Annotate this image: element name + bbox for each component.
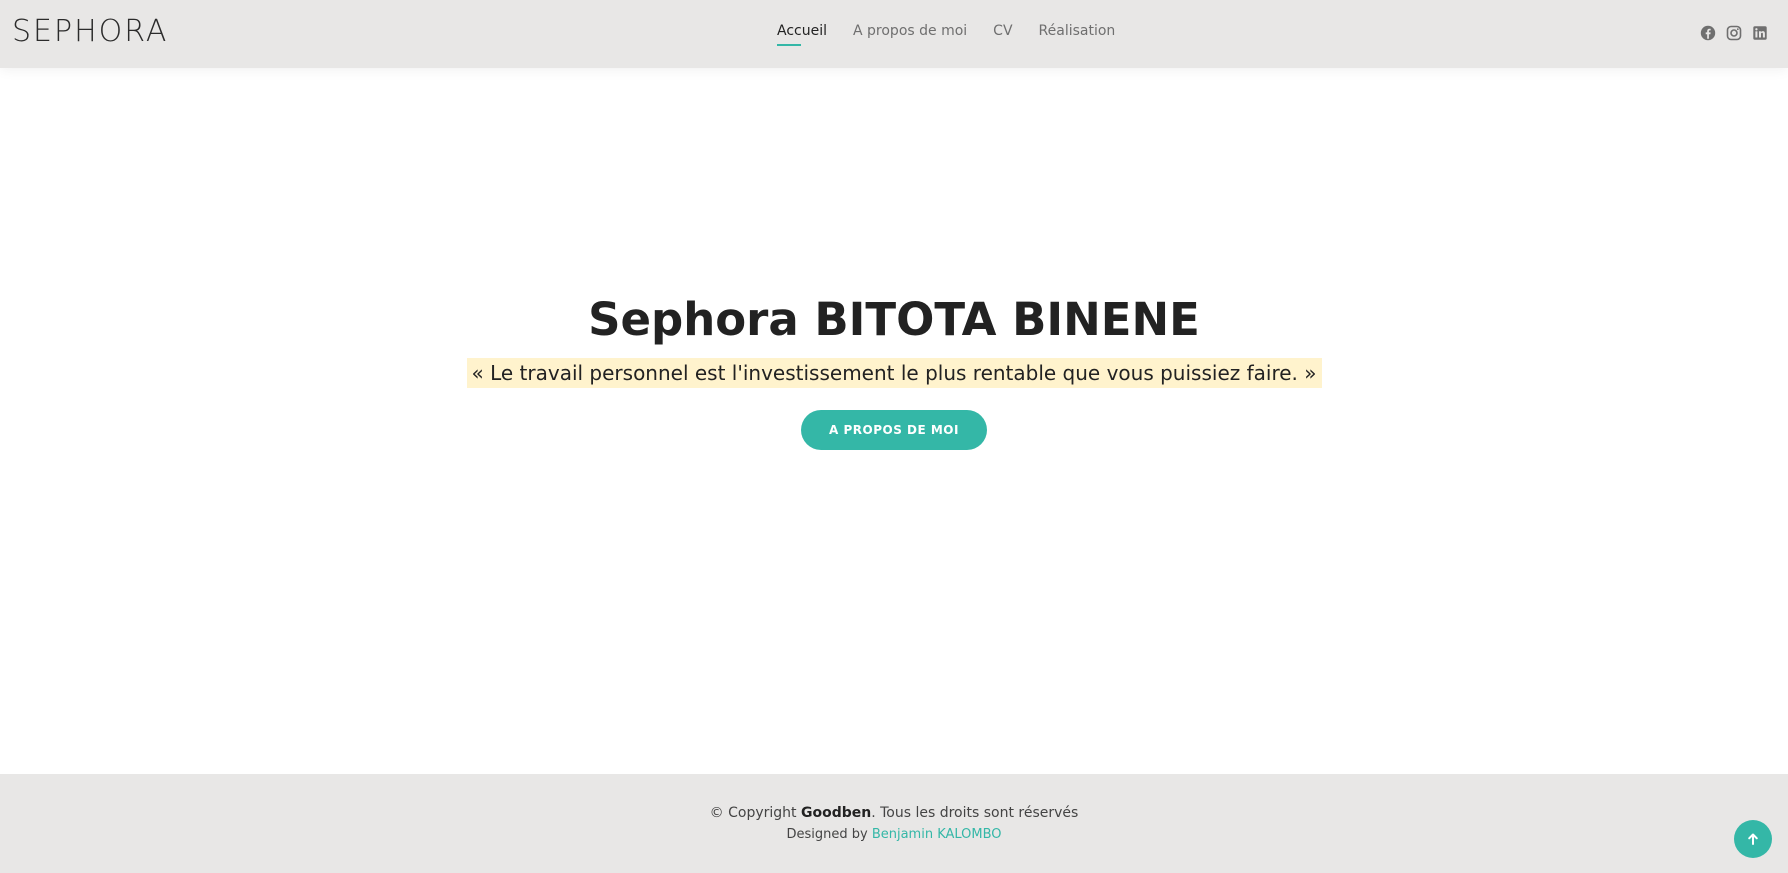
facebook-icon[interactable]	[1700, 25, 1716, 41]
copyright-suffix: . Tous les droits sont réservés	[871, 805, 1079, 821]
about-me-button[interactable]: A PROPOS DE MOI	[801, 410, 987, 450]
designer-credit: Designed by Benjamin KALOMBO	[0, 827, 1788, 842]
nav-accueil[interactable]: Accueil	[777, 23, 827, 46]
nav-a-propos[interactable]: A propos de moi	[853, 23, 967, 39]
copyright-text: © Copyright Goodben. Tous les droits son…	[0, 805, 1788, 821]
hero-section: Sephora BITOTA BINENE « Le travail perso…	[0, 68, 1788, 774]
nav-realisation[interactable]: Réalisation	[1039, 23, 1116, 39]
designer-link[interactable]: Benjamin KALOMBO	[872, 827, 1002, 842]
main-navigation: Accueil A propos de moi CV Réalisation	[777, 23, 1116, 46]
linkedin-icon[interactable]	[1752, 25, 1768, 41]
social-links	[1700, 25, 1768, 41]
back-to-top-button[interactable]	[1734, 820, 1772, 858]
site-logo[interactable]: SEPHORA	[12, 14, 168, 49]
arrow-up-icon	[1748, 833, 1758, 845]
site-header: SEPHORA Accueil A propos de moi CV Réali…	[0, 0, 1788, 68]
copyright-brand: Goodben	[800, 805, 872, 821]
site-footer: © Copyright Goodben. Tous les droits son…	[0, 774, 1788, 873]
nav-cv[interactable]: CV	[993, 23, 1012, 39]
hero-quote: « Le travail personnel est l'investissem…	[466, 358, 1322, 388]
hero-title: Sephora BITOTA BINENE	[588, 293, 1200, 346]
instagram-icon[interactable]	[1726, 25, 1742, 41]
designed-by-label: Designed by	[786, 827, 872, 842]
copyright-prefix: © Copyright	[709, 805, 801, 821]
